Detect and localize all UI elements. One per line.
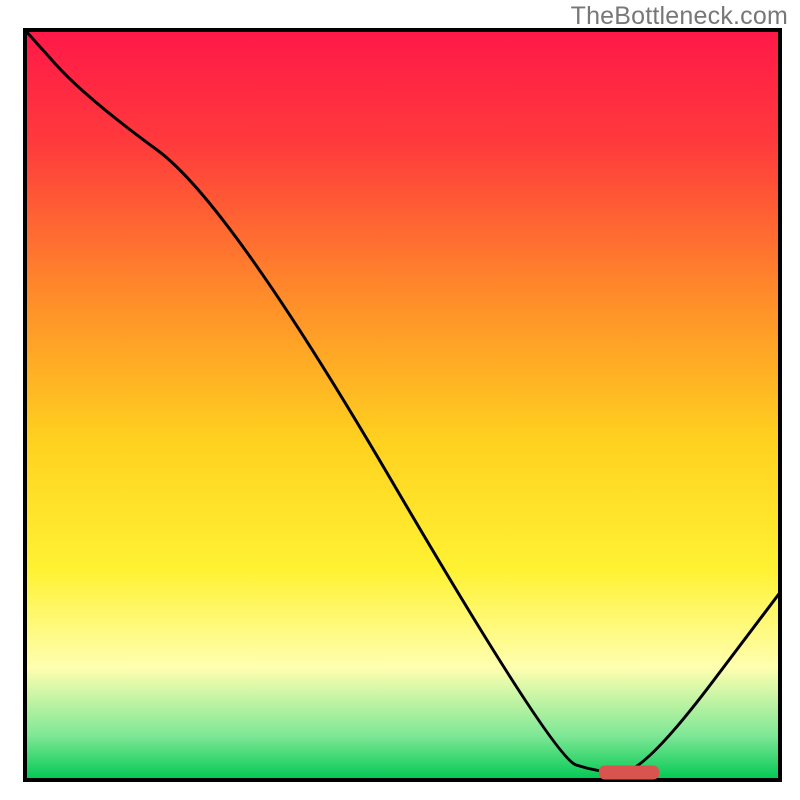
chart-frame: TheBottleneck.com <box>0 0 800 800</box>
plot-background <box>25 30 780 780</box>
watermark-label: TheBottleneck.com <box>571 2 788 31</box>
bottleneck-chart <box>0 0 800 800</box>
sweet-spot-marker <box>599 766 659 780</box>
